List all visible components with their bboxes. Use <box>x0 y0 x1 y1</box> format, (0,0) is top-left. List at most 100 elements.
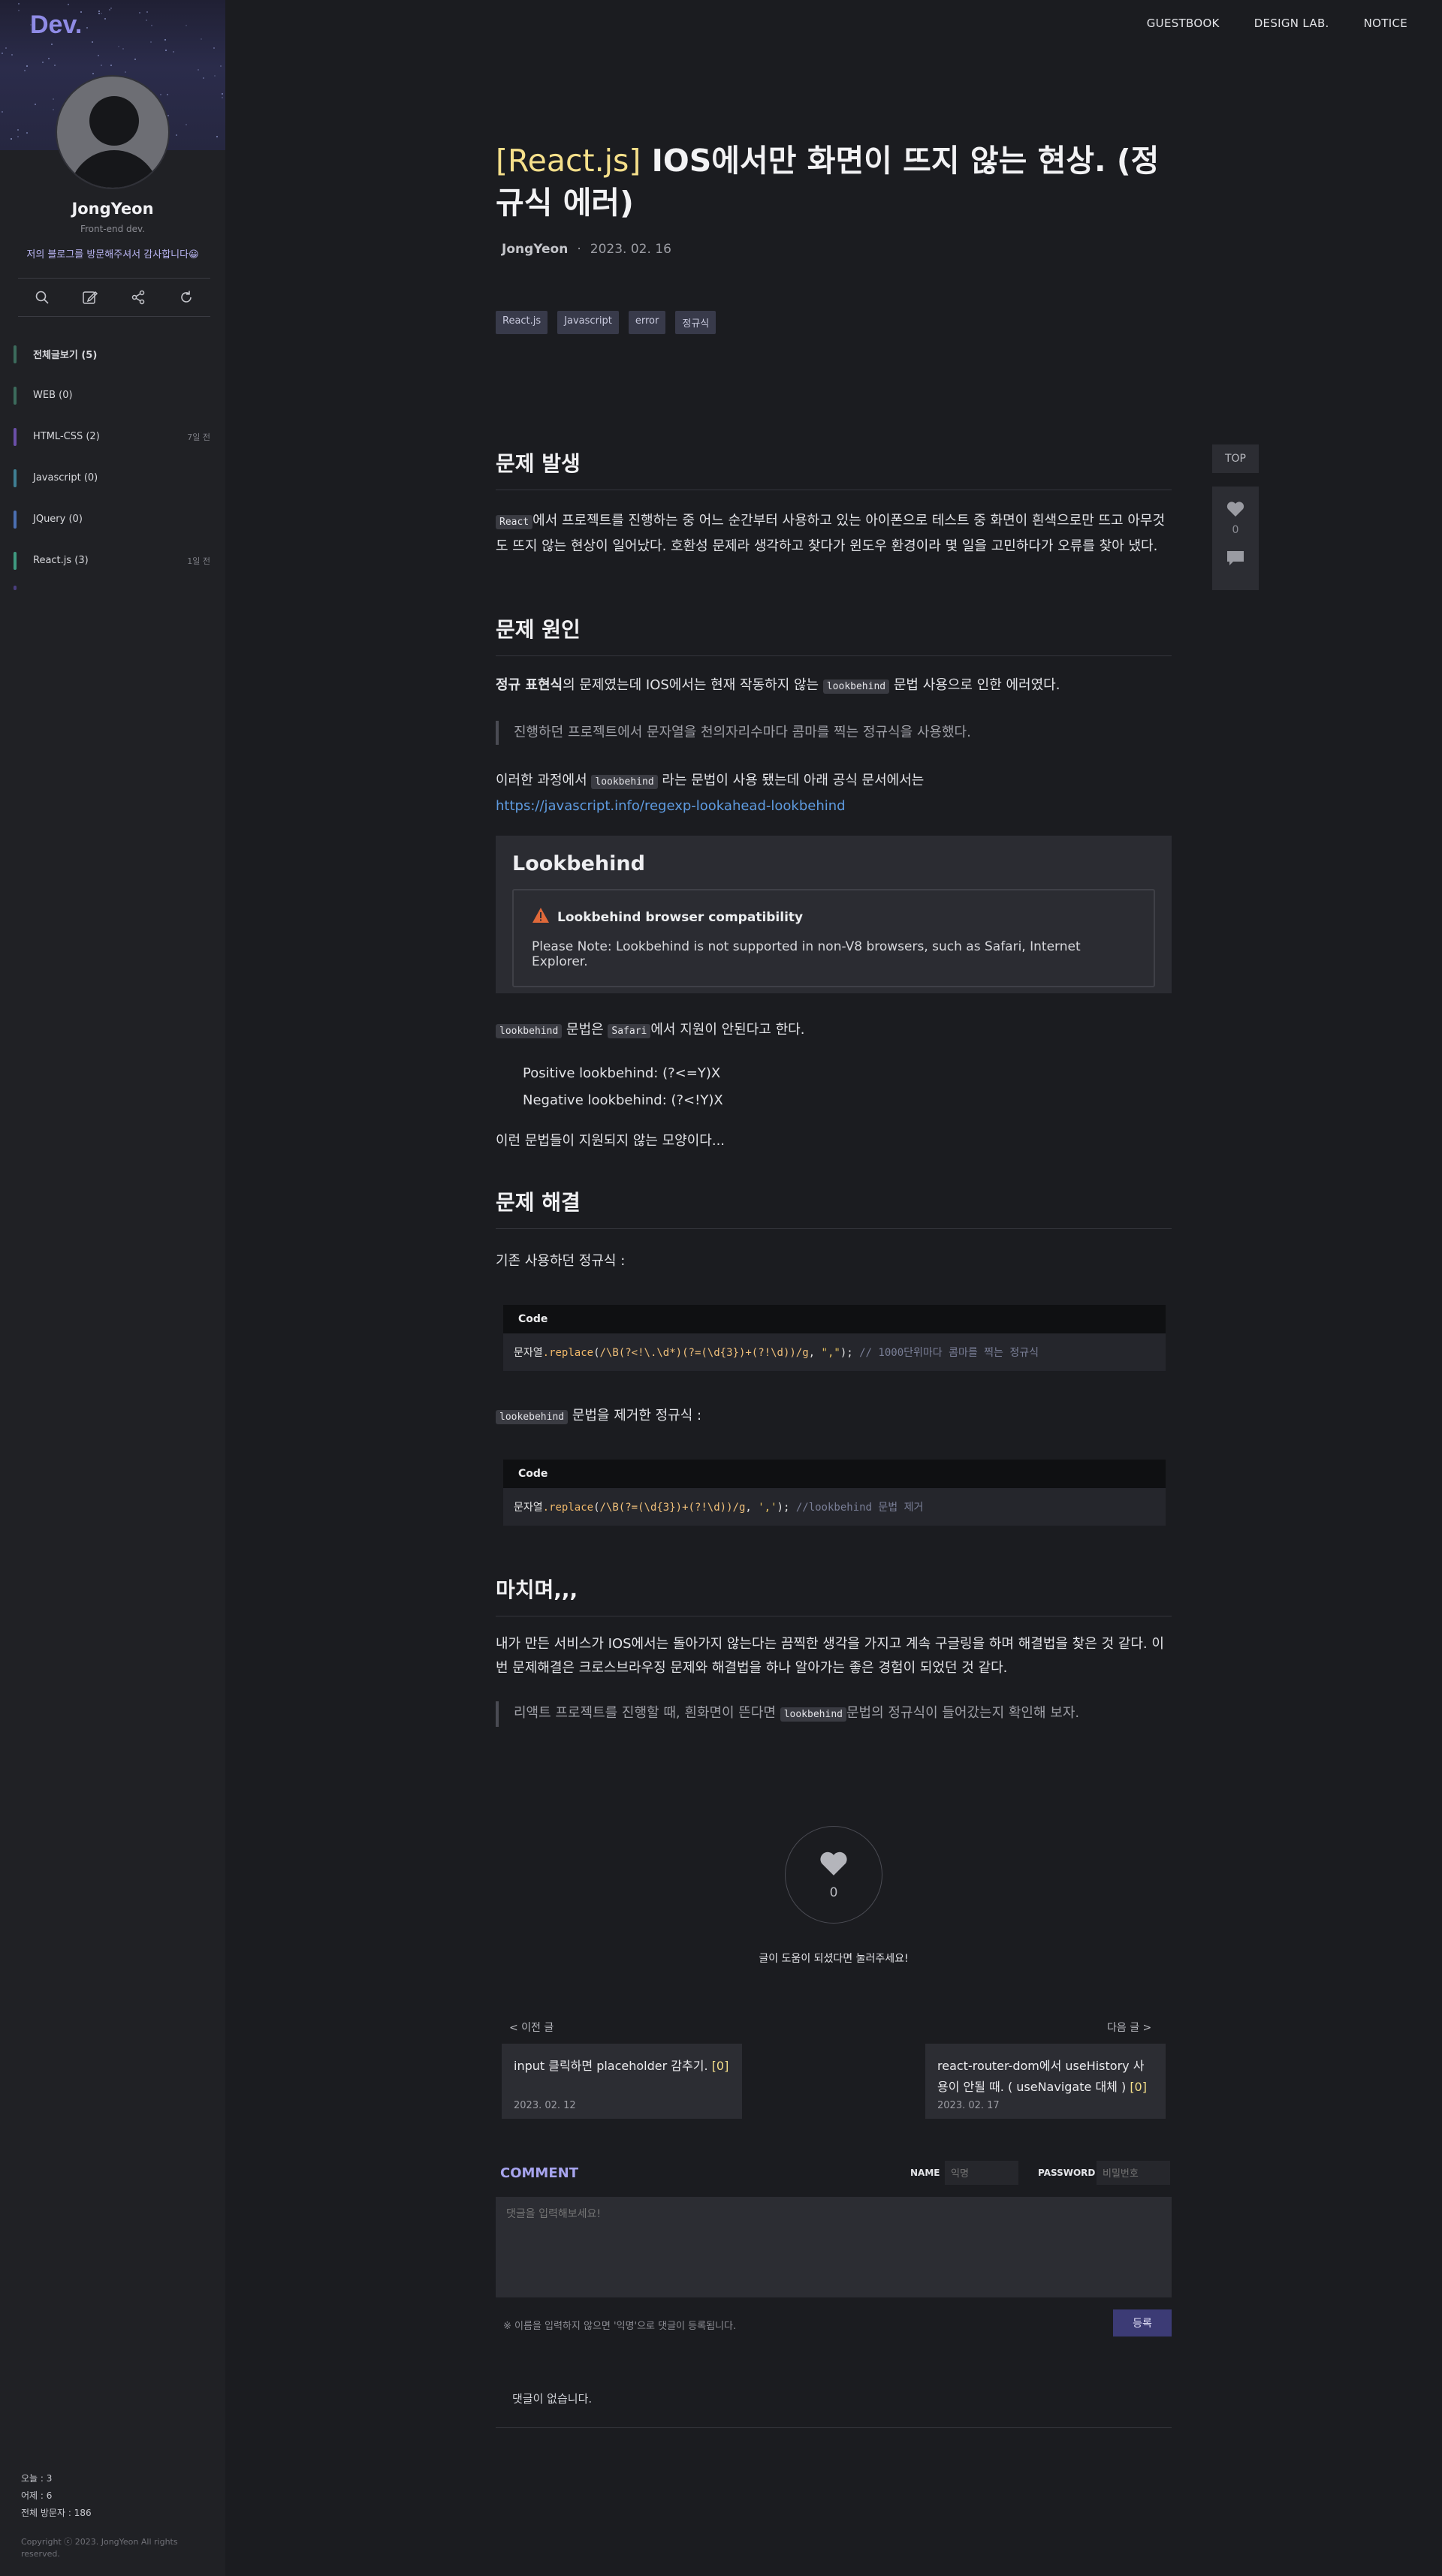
visitor-stats: 오늘 : 3 어제 : 6 전체 방문자 : 186 <box>21 2470 92 2522</box>
tag-regex[interactable]: 정규식 <box>675 311 716 334</box>
category-updated: 7일 전 <box>187 432 210 442</box>
code-token: , <box>745 1502 759 1514</box>
category-all[interactable]: 전체글보기 (5) <box>14 333 210 375</box>
code-block-fixed: Code 문자열.replace(/\B(?=(\d{3})+(?!\d))/g… <box>503 1460 1166 1526</box>
prev-post-card[interactable]: input 클릭하면 placeholder 감추기. [0] 2023. 02… <box>502 2044 742 2119</box>
star-decoration <box>146 20 147 21</box>
category-jquery[interactable]: JQuery (0) <box>14 499 210 540</box>
category-color-bar <box>14 469 17 487</box>
star-decoration <box>53 98 54 100</box>
write-icon[interactable] <box>80 287 101 308</box>
star-decoration <box>173 51 174 53</box>
sidebar-toolbar <box>18 278 210 317</box>
paragraph-text: 라는 문법이 사용 됐는데 아래 공식 문서에서는 <box>657 773 925 788</box>
refresh-icon[interactable] <box>176 287 197 308</box>
lookbehind-list: Positive lookbehind: (?<=Y)X Negative lo… <box>523 1060 1169 1114</box>
comment-textarea[interactable] <box>496 2197 1172 2297</box>
code-token: .replace <box>542 1502 594 1514</box>
docs-link[interactable]: https://javascript.info/regexp-lookahead… <box>496 798 846 814</box>
scroll-top-button[interactable]: TOP <box>1212 444 1259 473</box>
nav-notice[interactable]: NOTICE <box>1364 17 1407 30</box>
category-label: JQuery (0) <box>33 514 83 525</box>
category-html-css[interactable]: HTML-CSS (2) 7일 전 <box>14 416 210 457</box>
star-decoration <box>110 65 112 66</box>
next-post-label[interactable]: 다음 글 > <box>1107 2020 1151 2035</box>
star-decoration <box>125 71 126 73</box>
star-decoration <box>167 94 168 95</box>
compatibility-warning: Lookbehind browser compatibility Please … <box>512 889 1155 987</box>
star-decoration <box>17 136 19 137</box>
tag-reactjs[interactable]: React.js <box>496 311 548 334</box>
star-decoration <box>146 11 148 13</box>
code-token: /\B(?=(\d{3})+(?!\d))/g <box>599 1502 746 1514</box>
warning-title: Lookbehind browser compatibility <box>532 907 1136 927</box>
star-decoration <box>26 132 28 134</box>
password-label: PASSWORD <box>1038 2168 1096 2178</box>
category-updated: 1일 전 <box>187 556 210 566</box>
category-javascript[interactable]: Javascript (0) <box>14 457 210 499</box>
category-label: Javascript (0) <box>33 472 98 484</box>
tag-javascript[interactable]: Javascript <box>557 311 619 334</box>
prev-post-label[interactable]: < 이전 글 <box>509 2020 554 2035</box>
star-decoration <box>18 3 20 5</box>
category-label: WEB (0) <box>33 390 73 401</box>
star-decoration <box>101 65 102 66</box>
section-cause-closing: 이런 문법들이 지원되지 않는 모양이다... <box>496 1133 726 1149</box>
meta-separator: · <box>577 242 581 257</box>
post-category-tag[interactable]: [React.js] <box>496 143 641 179</box>
code-token: .replace <box>542 1347 594 1359</box>
category-label: HTML-CSS (2) <box>33 431 100 442</box>
category-label: React.js (3) <box>33 555 89 566</box>
nav-design-lab[interactable]: DESIGN LAB. <box>1254 17 1329 30</box>
post-title: [React.js] IOS에서만 화면이 뜨지 않는 현상. (정규식 에러) <box>496 140 1172 224</box>
star-decoration <box>150 41 152 43</box>
paragraph-text: 문법은 <box>562 1022 608 1038</box>
code-token: ); <box>840 1347 853 1359</box>
code-comment: //lookbehind 문법 제거 <box>789 1502 924 1514</box>
name-input[interactable] <box>945 2161 1018 2185</box>
lookbehind-screenshot-box: Lookbehind Lookbehind browser compatibil… <box>496 836 1172 993</box>
paragraph-text: 에서 프로젝트를 진행하는 중 어느 순간부터 사용하고 있는 아이폰으로 테스… <box>496 513 1165 554</box>
post-tags: React.js Javascript error 정규식 <box>496 311 716 334</box>
like-button[interactable]: 0 <box>785 1826 882 1924</box>
tag-error[interactable]: error <box>628 311 666 334</box>
blog-logo[interactable]: Dev. <box>30 11 82 40</box>
code-comment: // 1000단위마다 콤마를 찍는 정규식 <box>852 1347 1039 1359</box>
next-post-card[interactable]: react-router-dom에서 useHistory 사용이 안될 때. … <box>925 2044 1166 2119</box>
profile-message: 저의 블로그를 방문해주셔서 감사합니다😀 <box>26 249 199 261</box>
category-color-bar <box>14 428 17 446</box>
heart-icon[interactable] <box>1226 500 1245 521</box>
search-icon[interactable] <box>32 287 53 308</box>
category-color-bar <box>14 345 17 363</box>
nav-guestbook[interactable]: GUESTBOOK <box>1147 17 1220 30</box>
star-decoration <box>18 10 20 11</box>
star-decoration <box>164 39 166 41</box>
star-decoration <box>186 25 187 26</box>
visitors-total: 전체 방문자 : 186 <box>21 2508 92 2518</box>
avatar <box>56 75 170 189</box>
star-decoration <box>2 111 3 113</box>
star-decoration <box>216 136 218 137</box>
star-decoration <box>220 65 222 67</box>
category-reactjs[interactable]: React.js (3) 1일 전 <box>14 540 210 581</box>
blockquote: 진행하던 프로젝트에서 문자열을 천의자리수마다 콤마를 찍는 정규식을 사용했… <box>496 721 1172 745</box>
comment-icon[interactable] <box>1226 550 1245 571</box>
name-label: NAME <box>910 2168 940 2178</box>
section-heading-closing: 마치며,,, <box>496 1574 1172 1616</box>
code-token: /\B(?<!\.\d*)(?=(\d{3})+(?!\d))/g <box>599 1347 809 1359</box>
category-web[interactable]: WEB (0) <box>14 375 210 416</box>
paragraph-text: 의 문제였는데 IOS에서는 현재 작동하지 않는 <box>563 677 823 693</box>
code-token: ',' <box>758 1502 777 1514</box>
paragraph-text: 문법을 제거한 정규식 : <box>568 1408 702 1424</box>
quote-text: 문법의 정규식이 들어갔는지 확인해 보자. <box>846 1705 1080 1721</box>
share-icon[interactable] <box>128 287 149 308</box>
password-input[interactable] <box>1097 2161 1170 2185</box>
section-heading-cause: 문제 원인 <box>496 613 1172 656</box>
star-decoration <box>53 109 54 110</box>
post-author: JongYeon <box>502 242 569 257</box>
comment-submit-button[interactable]: 등록 <box>1113 2309 1172 2336</box>
star-decoration <box>98 13 100 14</box>
code-line: 문자열.replace(/\B(?<!\.\d*)(?=(\d{3})+(?!\… <box>503 1333 1166 1371</box>
code-block-label: Code <box>503 1460 1166 1488</box>
category-color-bar <box>14 552 17 570</box>
